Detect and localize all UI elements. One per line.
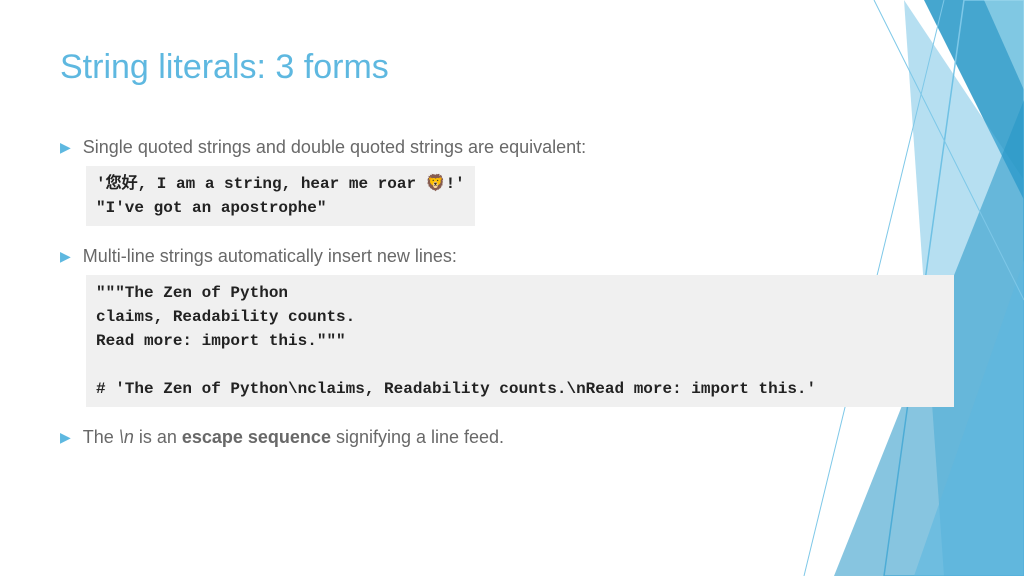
- bullet-marker-icon: ▶: [60, 139, 71, 156]
- bullet-3-suffix: signifying a line feed.: [331, 427, 504, 447]
- escape-char: \n: [119, 427, 134, 447]
- code-block-1: '您好, I am a string, hear me roar 🦁!' "I'…: [86, 166, 475, 226]
- bullet-1: ▶ Single quoted strings and double quote…: [60, 135, 964, 160]
- bullet-3: ▶ The \n is an escape sequence signifyin…: [60, 425, 964, 450]
- code-block-2: """The Zen of Python claims, Readability…: [86, 275, 954, 407]
- bullet-1-text: Single quoted strings and double quoted …: [83, 135, 586, 160]
- bullet-3-prefix: The: [83, 427, 119, 447]
- bullet-2: ▶ Multi-line strings automatically inser…: [60, 244, 964, 269]
- bullet-3-text: The \n is an escape sequence signifying …: [83, 425, 504, 450]
- slide-title: String literals: 3 forms: [60, 48, 964, 87]
- bullet-marker-icon: ▶: [60, 248, 71, 265]
- bullet-3-bold: escape sequence: [182, 427, 331, 447]
- bullet-2-text: Multi-line strings automatically insert …: [83, 244, 457, 269]
- bullet-marker-icon: ▶: [60, 429, 71, 446]
- bullet-3-mid: is an: [134, 427, 182, 447]
